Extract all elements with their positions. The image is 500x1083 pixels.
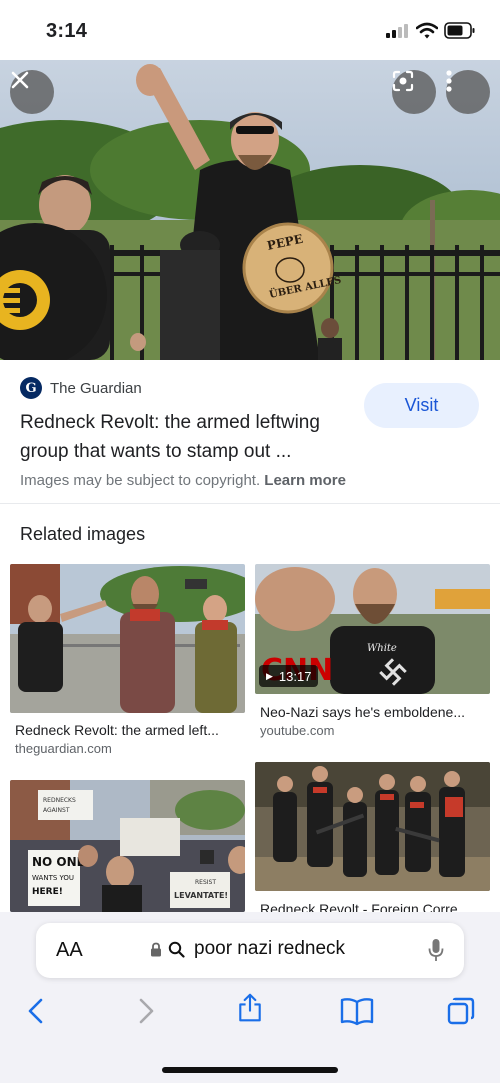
address-bar[interactable]: AA poor nazi redneck xyxy=(36,923,464,978)
wifi-icon xyxy=(416,22,438,39)
svg-text:AGAINST: AGAINST xyxy=(43,807,70,814)
related-thumb-4 xyxy=(255,762,490,891)
tabs-icon[interactable] xyxy=(446,996,476,1026)
source-name: The Guardian xyxy=(50,379,142,397)
learn-more-link[interactable]: Learn more xyxy=(264,472,346,489)
lens-icon xyxy=(392,70,414,92)
search-icon xyxy=(168,941,185,958)
lens-button[interactable] xyxy=(392,70,436,114)
lock-icon xyxy=(151,942,161,957)
forward-icon[interactable] xyxy=(130,996,160,1026)
related-caption-1: Redneck Revolt: the armed left... xyxy=(15,722,219,738)
related-thumb-1 xyxy=(10,564,245,713)
related-item-1[interactable]: Redneck Revolt: the armed left... thegua… xyxy=(10,564,245,759)
signal-icon xyxy=(386,24,410,38)
text-size-button[interactable]: AA xyxy=(56,939,83,962)
related-item-3[interactable]: REDNECKS AGAINST NO ONE WANTS YOU HERE! … xyxy=(10,780,245,912)
home-indicator xyxy=(162,1067,338,1073)
close-button[interactable] xyxy=(10,70,54,114)
mic-icon[interactable] xyxy=(428,938,444,962)
related-source-1: theguardian.com xyxy=(15,741,112,756)
bookmarks-icon[interactable] xyxy=(340,996,374,1026)
share-icon[interactable] xyxy=(235,993,265,1023)
related-item-2[interactable]: White CNN ▶ 13:17 Neo-Nazi says he's emb… xyxy=(255,564,490,744)
source-row[interactable]: G The Guardian xyxy=(20,377,142,399)
search-query[interactable]: poor nazi redneck xyxy=(194,938,345,960)
status-time: 3:14 xyxy=(46,20,88,42)
svg-text:REDNECKS: REDNECKS xyxy=(43,797,76,804)
related-images-heading: Related images xyxy=(20,524,146,544)
sign-text-4: RESIST xyxy=(195,879,216,886)
copyright-text: Images may be subject to copyright. xyxy=(20,472,261,489)
play-icon: ▶ xyxy=(266,670,273,681)
battery-icon xyxy=(444,22,475,39)
video-duration-badge: ▶ 13:17 xyxy=(259,665,319,687)
related-caption-2: Neo-Nazi says he's emboldene... xyxy=(260,704,465,720)
shirt-text: White xyxy=(367,643,397,654)
sign-text-2: WANTS YOU xyxy=(32,874,74,882)
related-source-2: youtube.com xyxy=(260,723,335,738)
sign-text-3: HERE! xyxy=(32,887,63,897)
back-icon[interactable] xyxy=(22,996,52,1026)
divider xyxy=(0,503,500,504)
related-thumb-3: REDNECKS AGAINST NO ONE WANTS YOU HERE! … xyxy=(10,780,245,912)
sign-text-1: NO ONE xyxy=(32,855,85,869)
guardian-logo-icon: G xyxy=(20,377,42,399)
status-bar: 3:14 xyxy=(0,0,500,60)
related-thumb-2: White CNN ▶ 13:17 xyxy=(255,564,490,694)
more-options-button[interactable] xyxy=(446,70,490,114)
more-icon xyxy=(446,70,452,92)
related-item-4[interactable]: Redneck Revolt - Foreign Corre... xyxy=(255,762,490,917)
hero-image[interactable]: PEPE ÜBER ALLES xyxy=(0,60,500,360)
text-size-label: AA xyxy=(56,939,83,961)
close-icon xyxy=(11,71,29,89)
copyright-notice: Images may be subject to copyright. Lear… xyxy=(20,472,346,489)
visit-button[interactable]: Visit xyxy=(364,383,479,428)
video-duration: 13:17 xyxy=(278,668,312,684)
sign-text-5: LEVANTATE! xyxy=(174,891,228,900)
result-title[interactable]: Redneck Revolt: the armed leftwing group… xyxy=(20,408,350,466)
